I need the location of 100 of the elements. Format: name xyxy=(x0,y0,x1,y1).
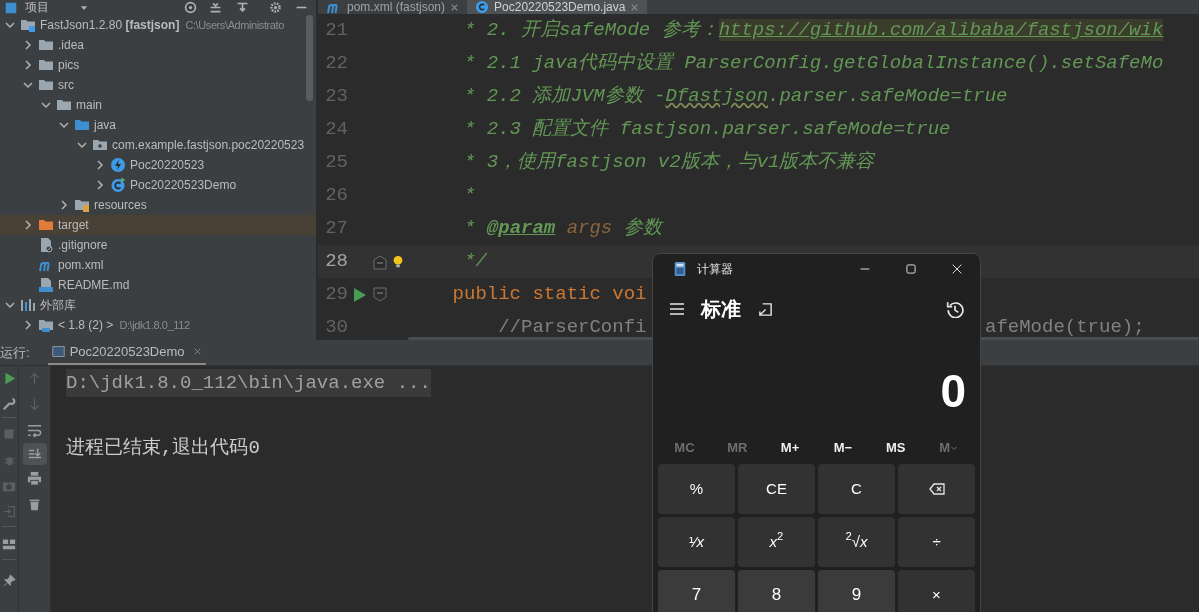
line-number: 26 xyxy=(324,183,348,209)
code-line: //ParserConfi xyxy=(497,315,647,340)
collapse-all-icon[interactable] xyxy=(209,1,222,14)
fold-icon[interactable] xyxy=(372,285,388,304)
bolt-circle-icon xyxy=(110,157,126,173)
mode-title: 标准 xyxy=(701,297,741,322)
tree-item[interactable]: src xyxy=(0,75,316,95)
panel-title: 运行: xyxy=(0,343,30,362)
folder-icon xyxy=(38,37,54,53)
class-icon xyxy=(475,0,490,14)
jdk-folder-icon xyxy=(38,317,54,333)
operator-key[interactable]: × xyxy=(898,570,975,612)
code-line: */ xyxy=(463,249,487,275)
code-line: public static voi xyxy=(451,282,647,308)
line-number: 24 xyxy=(324,117,348,143)
code-line: afeMode(true); xyxy=(985,315,1145,340)
tree-item[interactable]: pom.xml xyxy=(0,255,316,275)
memory-button[interactable]: MS xyxy=(869,435,923,461)
tree-item[interactable]: java xyxy=(0,115,316,135)
folder-icon xyxy=(56,97,72,113)
package-folder-icon xyxy=(92,137,108,153)
code-line: * 2.2 添加JVM参数 -Dfastjson.parser.safeMode=true xyxy=(463,84,1008,110)
close-icon[interactable] xyxy=(450,2,460,12)
class-icon xyxy=(110,177,126,193)
tree-item[interactable]: .idea xyxy=(0,35,316,55)
tree-item[interactable]: resources xyxy=(0,195,316,215)
folder-icon xyxy=(74,117,90,133)
close-icon xyxy=(952,264,962,274)
calculator-icon xyxy=(673,261,687,277)
locate-icon[interactable] xyxy=(184,1,197,14)
line-number: 23 xyxy=(324,84,348,110)
console-icon[interactable] xyxy=(51,345,65,358)
tree-item[interactable]: pics xyxy=(0,55,316,75)
memory-button[interactable]: M+ xyxy=(763,435,817,461)
digit-key[interactable]: 9 xyxy=(818,570,895,612)
code-line: * 3，使用fastjson v2版本，与v1版本不兼容 xyxy=(463,150,875,176)
close-icon[interactable] xyxy=(630,2,640,12)
maximize-icon xyxy=(906,264,916,274)
operator-key[interactable]: % xyxy=(658,464,735,514)
digit-key[interactable]: 8 xyxy=(738,570,815,612)
tree-item[interactable]: com.example.fastjson.poc20220523 xyxy=(0,135,316,155)
window-title: 计算器 xyxy=(697,261,733,278)
operator-key[interactable]: CE xyxy=(738,464,815,514)
folder-icon xyxy=(38,57,54,73)
line-number: 21 xyxy=(324,18,348,44)
pin-icon[interactable] xyxy=(2,574,16,587)
keep-on-top-icon xyxy=(757,301,773,317)
history-icon xyxy=(946,300,964,318)
operator-key[interactable]: ¹⁄x xyxy=(658,517,735,567)
tree-item[interactable]: main xyxy=(0,95,316,115)
settings-icon[interactable] xyxy=(269,1,282,14)
tree-item[interactable]: Poc20220523 xyxy=(0,155,316,175)
folder-icon xyxy=(38,217,54,233)
line-number: 27 xyxy=(324,216,348,242)
scroll-to-end-icon xyxy=(27,447,42,461)
code-line: * @param args 参数 xyxy=(463,216,662,242)
display-value: 0 xyxy=(940,367,966,414)
line-number: 22 xyxy=(324,51,348,77)
operator-key[interactable]: C xyxy=(818,464,895,514)
editor-tab[interactable]: pom.xml (fastjson) xyxy=(318,0,468,14)
markdown-file-icon xyxy=(38,277,54,293)
tree-item[interactable]: FastJson1.2.80 [fastjson] C:\Users\Administrato xyxy=(0,15,316,35)
run-icon[interactable] xyxy=(351,286,367,303)
layout-icon[interactable] xyxy=(2,537,16,551)
editor-tab[interactable]: Poc20220523Demo.java xyxy=(467,0,648,14)
tree-item[interactable]: README.md xyxy=(0,275,316,295)
operator-key[interactable]: $^{2}$√x xyxy=(818,517,895,567)
close-icon[interactable] xyxy=(192,347,202,356)
resources-folder-icon xyxy=(74,197,90,213)
folder-icon xyxy=(38,77,54,93)
console-line: 进程已结束,退出代码0 xyxy=(66,436,260,462)
tree-item[interactable]: target xyxy=(0,215,316,235)
panel-icon[interactable] xyxy=(5,1,17,14)
line-number: 29 xyxy=(324,282,348,308)
menu-icon xyxy=(669,301,685,317)
operator-key[interactable]: x$^{2}$ xyxy=(738,517,815,567)
print-icon[interactable] xyxy=(27,471,42,486)
wrench-icon[interactable] xyxy=(2,397,16,411)
operator-key[interactable]: ÷ xyxy=(898,517,975,567)
memory-button[interactable]: M− xyxy=(816,435,870,461)
line-number: 30 xyxy=(324,315,348,340)
digit-key[interactable]: 7 xyxy=(658,570,735,612)
scrollbar-thumb[interactable] xyxy=(306,15,313,101)
run-tab[interactable]: Poc20220523Demo xyxy=(47,340,206,365)
lightbulb-icon[interactable] xyxy=(391,253,405,270)
code-line: * 2.3 配置文件 fastjson.parser.safeMode=true xyxy=(463,117,951,143)
run-icon[interactable] xyxy=(2,372,16,385)
trash-icon[interactable] xyxy=(28,498,41,511)
tree-item[interactable]: < 1.8 (2) > D:\jdk1.8.0_112 xyxy=(0,315,316,335)
file-icon xyxy=(38,237,54,253)
tree-item[interactable]: Poc20220523Demo xyxy=(0,175,316,195)
code-line: * xyxy=(463,183,476,209)
wrap-icon[interactable] xyxy=(27,423,42,438)
code-line: * 2.1 java代码中设置 ParserConfig.getGlobalInstance().setSafeMo xyxy=(463,51,1164,77)
scroll-to-end-button[interactable] xyxy=(22,443,47,465)
tree-item[interactable]: 外部库 xyxy=(0,295,316,315)
backspace-button[interactable] xyxy=(898,464,975,514)
panel-title[interactable]: 项目 xyxy=(25,0,49,15)
chevron-down-icon xyxy=(950,444,958,452)
tree-item[interactable]: .gitignore xyxy=(0,235,316,255)
